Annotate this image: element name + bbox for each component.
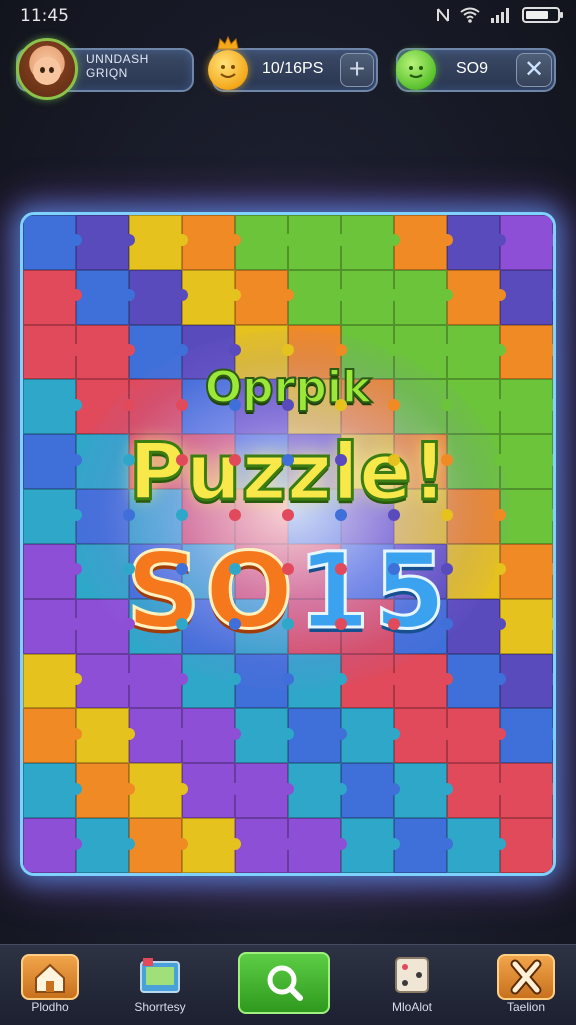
puzzle-piece[interactable] xyxy=(341,708,400,764)
puzzle-piece[interactable] xyxy=(394,763,453,819)
puzzle-piece[interactable] xyxy=(23,763,82,819)
profile-name-line1: UNNDASH xyxy=(86,52,149,66)
puzzle-piece[interactable] xyxy=(341,818,400,873)
puzzle-piece[interactable] xyxy=(235,708,294,764)
puzzle-piece[interactable] xyxy=(500,763,553,819)
puzzle-piece[interactable] xyxy=(447,708,506,764)
nav-cancel[interactable]: Taelion xyxy=(484,954,568,1016)
avatar-eye-icon xyxy=(49,67,54,73)
puzzle-piece[interactable] xyxy=(76,818,135,873)
puzzle-piece[interactable] xyxy=(447,818,506,873)
status-icons xyxy=(436,7,563,23)
puzzle-piece[interactable] xyxy=(341,215,400,270)
puzzle-piece[interactable] xyxy=(447,215,506,270)
nav-search[interactable] xyxy=(238,952,330,1016)
puzzle-piece[interactable] xyxy=(76,269,135,325)
avatar-face xyxy=(33,57,61,85)
puzzle-piece[interactable] xyxy=(394,708,453,764)
puzzle-piece[interactable] xyxy=(23,269,82,325)
puzzle-piece[interactable] xyxy=(500,708,553,764)
puzzle-piece[interactable] xyxy=(235,763,294,819)
nfc-icon xyxy=(437,8,449,22)
puzzle-piece[interactable] xyxy=(76,215,135,270)
puzzle-piece[interactable] xyxy=(341,763,400,819)
coin-icon xyxy=(208,50,248,90)
puzzle-piece[interactable] xyxy=(447,653,506,709)
puzzle-piece[interactable] xyxy=(23,215,82,270)
add-coins-button[interactable]: + xyxy=(340,53,374,87)
puzzle-piece[interactable] xyxy=(182,708,241,764)
puzzle-piece[interactable] xyxy=(23,818,82,873)
puzzle-piece[interactable] xyxy=(129,215,188,270)
banner-title: Puzzle! xyxy=(127,427,449,520)
puzzle-piece[interactable] xyxy=(235,269,294,325)
puzzle-piece[interactable] xyxy=(447,269,506,325)
puzzle-piece[interactable] xyxy=(394,818,453,873)
puzzle-piece[interactable] xyxy=(182,269,241,325)
score-part-2: 15 xyxy=(296,529,451,654)
battery-icon xyxy=(522,7,563,23)
puzzle-piece[interactable] xyxy=(288,818,347,873)
avatar[interactable] xyxy=(16,38,78,100)
puzzle-piece[interactable] xyxy=(76,763,135,819)
status-time: 11:45 xyxy=(20,6,69,26)
profile-name-line2: GRIQN xyxy=(86,66,128,80)
nav-story[interactable]: Shorrtesy xyxy=(118,954,202,1016)
gem-count: SO9 xyxy=(456,60,489,77)
story-board-icon xyxy=(137,954,183,1000)
profile-name: UNNDASH GRIQN xyxy=(86,52,149,80)
puzzle-piece[interactable] xyxy=(76,708,135,764)
puzzle-piece[interactable] xyxy=(288,763,347,819)
puzzle-piece[interactable] xyxy=(182,818,241,873)
avatar-eye-icon xyxy=(40,67,45,73)
puzzle-piece[interactable] xyxy=(500,215,553,270)
nav-story-label: Shorrtesy xyxy=(134,1000,186,1014)
puzzle-piece[interactable] xyxy=(23,708,82,764)
puzzle-piece[interactable] xyxy=(394,215,453,270)
close-button[interactable]: ✕ xyxy=(516,53,552,87)
puzzle-piece[interactable] xyxy=(129,708,188,764)
crown-icon xyxy=(217,36,239,50)
puzzle-piece[interactable] xyxy=(76,653,135,709)
puzzle-piece[interactable] xyxy=(129,269,188,325)
wifi-icon xyxy=(460,7,480,23)
puzzle-piece[interactable] xyxy=(288,708,347,764)
puzzle-piece[interactable] xyxy=(235,818,294,873)
puzzle-piece[interactable] xyxy=(23,653,82,709)
puzzle-piece[interactable] xyxy=(394,269,453,325)
search-icon xyxy=(267,965,303,1001)
nav-home-label: Plodho xyxy=(31,1000,69,1014)
nav-match[interactable]: MloAlot xyxy=(370,954,454,1016)
puzzle-piece[interactable] xyxy=(447,763,506,819)
puzzle-piece[interactable] xyxy=(129,818,188,873)
puzzle-piece[interactable] xyxy=(500,269,553,325)
nav-match-label: MloAlot xyxy=(391,1000,432,1014)
signal-icon xyxy=(491,8,509,23)
nav-home[interactable]: Plodho xyxy=(8,954,92,1016)
puzzle-piece[interactable] xyxy=(500,653,553,709)
score-part-1: SO xyxy=(124,529,298,654)
puzzle-piece[interactable] xyxy=(288,269,347,325)
cross-icon xyxy=(497,954,555,1000)
puzzle-piece[interactable] xyxy=(288,215,347,270)
puzzle-piece[interactable] xyxy=(341,269,400,325)
puzzle-piece[interactable] xyxy=(129,763,188,819)
gem-icon xyxy=(396,50,436,90)
dice-icon xyxy=(392,954,432,1000)
search-button xyxy=(238,952,330,1014)
status-bar: 11:45 xyxy=(0,0,576,32)
home-icon xyxy=(21,954,79,1000)
puzzle-piece[interactable] xyxy=(500,818,553,873)
puzzle-piece[interactable] xyxy=(182,215,241,270)
puzzle-piece[interactable] xyxy=(235,215,294,270)
coin-count: 10/16PS xyxy=(262,60,324,77)
nav-cancel-label: Taelion xyxy=(506,1000,546,1014)
banner-score: SO15 xyxy=(0,529,576,654)
puzzle-piece[interactable] xyxy=(182,763,241,819)
